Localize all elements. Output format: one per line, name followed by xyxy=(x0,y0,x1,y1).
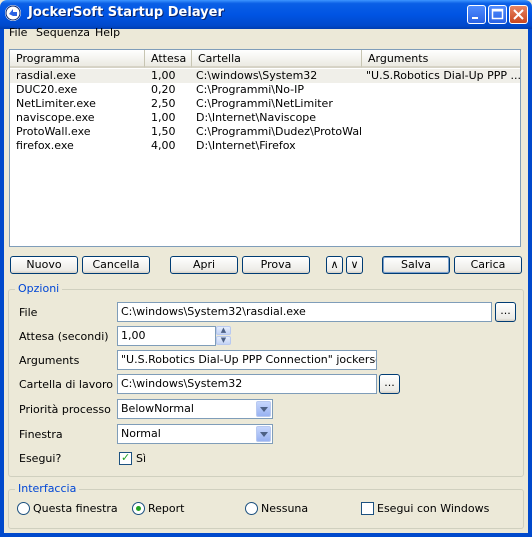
table-row[interactable]: naviscope.exe 1,00 D:\Internet\Naviscope xyxy=(10,111,520,125)
cell-folder: D:\Internet\Firefox xyxy=(196,139,296,152)
run-label: Esegui? xyxy=(19,452,62,465)
app-icon xyxy=(5,5,21,21)
run-checkbox[interactable] xyxy=(119,451,132,465)
wait-label: Attesa (secondi) xyxy=(19,330,109,343)
cell-program: DUC20.exe xyxy=(16,83,78,96)
table-row[interactable]: firefox.exe 4,00 D:\Internet\Firefox xyxy=(10,139,520,153)
cell-folder: C:\Programmi\No-IP xyxy=(196,83,304,96)
column-header-attesa[interactable]: Attesa xyxy=(145,50,192,68)
program-list[interactable]: Programma Attesa Cartella Arguments rasd… xyxy=(9,49,521,247)
title-bar[interactable]: JockerSoft Startup Delayer xyxy=(0,0,532,29)
apri-button[interactable]: Apri xyxy=(170,256,238,274)
chevron-down-icon[interactable] xyxy=(256,401,271,417)
arguments-input[interactable]: "U.S.Robotics Dial-Up PPP Connection" jo… xyxy=(117,350,377,370)
priority-value: BelowNormal xyxy=(121,402,194,415)
carica-button[interactable]: Carica xyxy=(454,256,522,274)
arguments-label: Arguments xyxy=(19,354,80,367)
table-row[interactable]: DUC20.exe 0,20 C:\Programmi\No-IP xyxy=(10,83,520,97)
table-row[interactable]: rasdial.exe 1,00 C:\windows\System32 "U.… xyxy=(10,69,520,83)
cell-program: ProtoWall.exe xyxy=(16,125,91,138)
menu-help[interactable]: Help xyxy=(92,26,123,39)
menu-file[interactable]: File xyxy=(6,26,30,39)
spin-up-icon[interactable]: ▲ xyxy=(216,326,231,335)
radio-report-label: Report xyxy=(148,502,185,515)
menu-sequenza[interactable]: Sequenza xyxy=(33,26,93,39)
column-header-arguments[interactable]: Arguments xyxy=(362,50,520,68)
startup-checkbox-label: Esegui con Windows xyxy=(377,502,490,515)
cancella-button[interactable]: Cancella xyxy=(82,256,150,274)
maximize-button[interactable] xyxy=(488,5,507,24)
file-label: File xyxy=(19,306,38,319)
run-checkbox-label: Sì xyxy=(136,452,147,465)
options-legend: Opzioni xyxy=(15,282,63,295)
window-title: JockerSoft Startup Delayer xyxy=(28,5,224,20)
priority-select[interactable]: BelowNormal xyxy=(117,399,273,419)
radio-nessuna-label: Nessuna xyxy=(261,502,309,515)
window-mode-select[interactable]: Normal xyxy=(117,424,273,444)
file-browse-button[interactable]: ... xyxy=(495,302,516,322)
column-header-programma[interactable]: Programma xyxy=(10,50,145,68)
move-down-button[interactable]: ∨ xyxy=(346,256,363,274)
startup-checkbox[interactable] xyxy=(361,502,374,515)
cell-wait: 1,50 xyxy=(151,125,176,138)
cell-folder: C:\Programmi\NetLimiter xyxy=(196,97,333,110)
cell-program: firefox.exe xyxy=(16,139,74,152)
workdir-browse-button[interactable]: ... xyxy=(379,374,400,394)
cell-args: "U.S.Robotics Dial-Up PPP ... xyxy=(366,69,520,82)
table-row[interactable]: ProtoWall.exe 1,50 C:\Programmi\Dudez\Pr… xyxy=(10,125,520,139)
priority-label: Priorità processo xyxy=(19,403,111,416)
cell-program: naviscope.exe xyxy=(16,111,95,124)
cell-folder: D:\Internet\Naviscope xyxy=(196,111,317,124)
chevron-down-icon[interactable] xyxy=(256,426,271,442)
salva-button[interactable]: Salva xyxy=(382,256,450,274)
cell-folder: C:\Programmi\Dudez\ProtoWall xyxy=(196,125,361,138)
interface-legend: Interfaccia xyxy=(15,482,80,495)
file-input[interactable]: C:\windows\System32\rasdial.exe xyxy=(117,302,492,322)
workdir-input[interactable]: C:\windows\System32 xyxy=(117,374,377,394)
close-button[interactable] xyxy=(509,5,528,24)
cell-wait: 1,00 xyxy=(151,111,176,124)
spin-down-icon[interactable]: ▼ xyxy=(216,336,231,345)
workdir-label: Cartella di lavoro xyxy=(19,378,113,391)
wait-input[interactable]: 1,00 xyxy=(117,326,216,346)
column-header-cartella[interactable]: Cartella xyxy=(192,50,362,68)
window-mode-value: Normal xyxy=(121,427,161,440)
radio-questa-finestra[interactable] xyxy=(17,502,30,515)
prova-button[interactable]: Prova xyxy=(242,256,310,274)
move-up-button[interactable]: ∧ xyxy=(326,256,343,274)
cell-wait: 4,00 xyxy=(151,139,176,152)
cell-folder: C:\windows\System32 xyxy=(196,69,318,82)
cell-program: NetLimiter.exe xyxy=(16,97,96,110)
minimize-button[interactable] xyxy=(467,5,486,24)
radio-nessuna[interactable] xyxy=(245,502,258,515)
cell-wait: 2,50 xyxy=(151,97,176,110)
radio-report[interactable] xyxy=(132,502,145,515)
table-row[interactable]: NetLimiter.exe 2,50 C:\Programmi\NetLimi… xyxy=(10,97,520,111)
nuovo-button[interactable]: Nuovo xyxy=(10,256,78,274)
radio-questa-finestra-label: Questa finestra xyxy=(33,502,118,515)
cell-program: rasdial.exe xyxy=(16,69,76,82)
window-mode-label: Finestra xyxy=(19,428,63,441)
cell-wait: 1,00 xyxy=(151,69,176,82)
cell-wait: 0,20 xyxy=(151,83,176,96)
